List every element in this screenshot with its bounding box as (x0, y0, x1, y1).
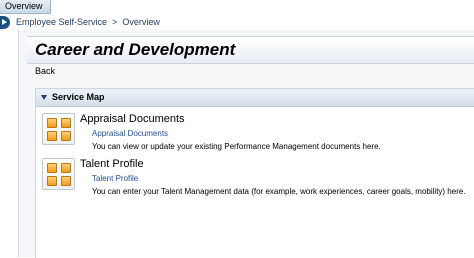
service-link[interactable]: Talent Profile (92, 174, 138, 183)
service-map-panel: Service Map Appraisal Documents Appraisa… (35, 88, 474, 258)
breadcrumb: Employee Self-Service > Overview (0, 14, 474, 30)
breadcrumb-separator: > (112, 17, 118, 27)
breadcrumb-item-overview: Overview (122, 17, 160, 27)
service-map-title: Service Map (52, 92, 105, 102)
service-grid-icon (42, 113, 75, 145)
triangle-down-icon[interactable] (41, 95, 47, 100)
content-frame: Career and Development Back Service Map … (18, 30, 474, 258)
tab-strip: Overview (0, 0, 474, 14)
service-title: Appraisal Documents (80, 113, 185, 125)
service-link[interactable]: Appraisal Documents (92, 129, 168, 138)
service-map-header[interactable]: Service Map (36, 89, 474, 107)
service-title: Talent Profile (80, 158, 144, 170)
page-title: Career and Development (35, 40, 236, 59)
service-description: You can view or update your existing Per… (92, 142, 381, 151)
service-description: You can enter your Talent Management dat… (92, 187, 466, 196)
back-button[interactable]: Back (35, 66, 55, 76)
breadcrumb-item-ess[interactable]: Employee Self-Service (16, 17, 107, 27)
service-grid-icon (42, 158, 75, 190)
page-title-bar: Career and Development (27, 36, 474, 64)
tab-overview[interactable]: Overview (0, 0, 51, 14)
arrow-right-icon[interactable] (0, 16, 10, 29)
